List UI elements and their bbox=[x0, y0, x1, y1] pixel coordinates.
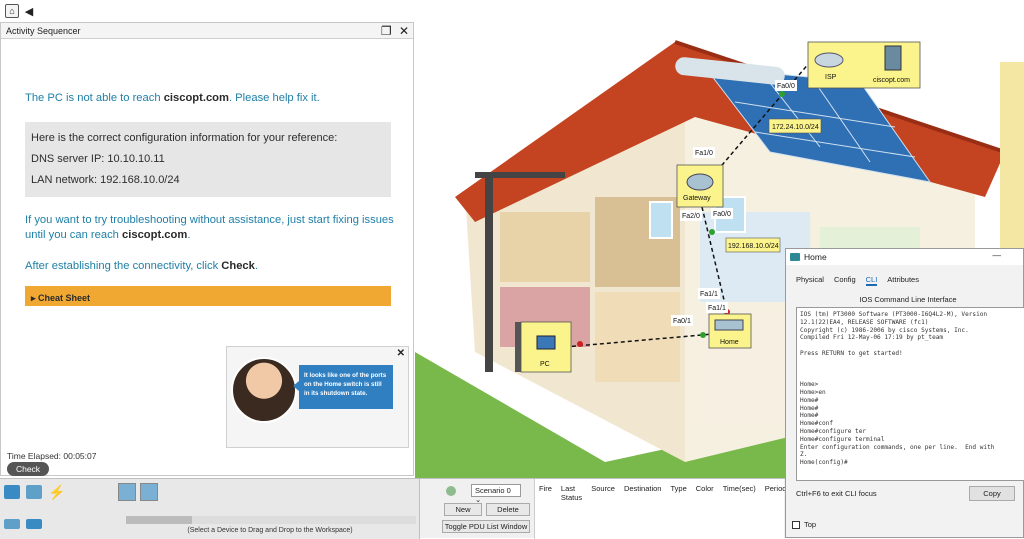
lan-info: LAN network: 192.168.10.0/24 bbox=[31, 174, 180, 186]
cli-terminal[interactable]: IOS (tm) PT3000 Software (PT3000-I6Q4L2-… bbox=[796, 307, 1024, 481]
server-label: ciscopt.com bbox=[873, 77, 910, 84]
cli-window-title: Home bbox=[804, 252, 827, 262]
cli-header: IOS Command Line Interface bbox=[859, 295, 957, 304]
check-button[interactable]: Check bbox=[7, 462, 49, 476]
instructions: The PC is not able to reach ciscopt.com.… bbox=[25, 91, 395, 306]
net-label-isp: 172.24.10.0/24 bbox=[772, 124, 819, 131]
connections-icon[interactable]: ⚡ bbox=[48, 485, 65, 499]
device-scrollbar[interactable] bbox=[126, 516, 416, 524]
tab-physical[interactable]: Physical bbox=[796, 275, 824, 286]
port-gw-up: Fa1/0 bbox=[695, 150, 713, 157]
tip-popup: ✕ It looks like one of the ports on the … bbox=[226, 346, 409, 448]
activity-sequencer-panel: Activity Sequencer ❐ ✕ The PC is not abl… bbox=[0, 22, 414, 476]
col-destination: Destination bbox=[623, 484, 662, 493]
col-time: Time(sec) bbox=[722, 484, 756, 493]
minimize-icon[interactable]: — bbox=[993, 250, 1002, 260]
port-home-up: Fa1/1 bbox=[700, 291, 718, 298]
port-home-b: Fa1/1 bbox=[708, 305, 726, 312]
col-last-status: Last Status bbox=[560, 484, 583, 502]
switch-icon bbox=[790, 253, 800, 261]
col-source: Source bbox=[591, 484, 615, 493]
pdu-list: Fire Last Status Source Destination Type… bbox=[534, 479, 788, 539]
cli-footer: Ctrl+F6 to exit CLI focus bbox=[796, 489, 877, 498]
col-fire: Fire bbox=[539, 484, 552, 493]
port-gw-a: Fa2/0 bbox=[682, 213, 700, 220]
col-type: Type bbox=[670, 484, 687, 493]
cli-titlebar: Home — bbox=[786, 249, 1023, 265]
col-color: Color bbox=[695, 484, 714, 493]
pdu-columns: Fire Last Status Source Destination Type… bbox=[535, 479, 788, 507]
intro-text: The PC is not able to reach ciscopt.com.… bbox=[25, 92, 320, 104]
top-label: Top bbox=[804, 520, 817, 529]
port-pc: Fa0/1 bbox=[673, 318, 691, 325]
panel-titlebar: Activity Sequencer ❐ ✕ bbox=[1, 23, 413, 39]
avatar bbox=[231, 357, 297, 423]
back-icon[interactable]: ◀ bbox=[22, 4, 36, 18]
gateway-label: Gateway bbox=[683, 195, 711, 202]
scenario-select[interactable]: Scenario 0 ⌄ bbox=[471, 484, 521, 504]
close-icon[interactable]: ✕ bbox=[399, 24, 409, 38]
network-devices-icon[interactable] bbox=[4, 485, 20, 499]
pc-label: PC bbox=[540, 361, 550, 368]
tip-bubble: It looks like one of the ports on the Ho… bbox=[293, 365, 393, 409]
toggle-pdu-button[interactable]: Toggle PDU List Window bbox=[442, 520, 530, 533]
scenario-panel: Scenario 0 ⌄ New Delete Toggle PDU List … bbox=[430, 479, 534, 539]
dns-info: DNS server IP: 10.10.10.11 bbox=[31, 153, 165, 165]
troubleshoot-text: If you want to try troubleshooting witho… bbox=[25, 214, 394, 241]
tab-config[interactable]: Config bbox=[834, 275, 856, 286]
cheat-sheet-toggle[interactable]: ▸ Cheat Sheet bbox=[25, 286, 391, 306]
home-cli-window[interactable]: Home — Physical Config CLI Attributes IO… bbox=[785, 248, 1024, 538]
top-toggle[interactable]: Top bbox=[792, 520, 816, 529]
app-icon[interactable]: ⌂ bbox=[5, 4, 19, 18]
copy-button[interactable]: Copy bbox=[969, 486, 1015, 501]
top-toolbar: ⌂ ◀ bbox=[0, 0, 1024, 22]
router-icon[interactable] bbox=[4, 519, 20, 529]
tab-cli[interactable]: CLI bbox=[865, 275, 878, 286]
realtime-icon[interactable] bbox=[446, 486, 456, 496]
panel-title: Activity Sequencer bbox=[6, 26, 81, 36]
ref-heading: Here is the correct configuration inform… bbox=[31, 132, 338, 144]
net-label-lan: 192.168.10.0/24 bbox=[728, 243, 779, 250]
port-gw-b: Fa0/0 bbox=[713, 211, 731, 218]
time-elapsed: Time Elapsed: 00:05:07 bbox=[7, 451, 97, 461]
cli-tabs: Physical Config CLI Attributes bbox=[796, 275, 919, 286]
switch-icon[interactable] bbox=[26, 519, 42, 529]
delete-button[interactable]: Delete bbox=[486, 503, 530, 516]
end-devices-icon[interactable] bbox=[26, 485, 42, 499]
after-text: After establishing the connectivity, cli… bbox=[25, 260, 258, 272]
isp-label: ISP bbox=[825, 74, 837, 81]
tab-attributes[interactable]: Attributes bbox=[887, 275, 919, 286]
tip-close-icon[interactable]: ✕ bbox=[397, 348, 405, 359]
home-label: Home bbox=[720, 339, 739, 346]
port-isp: Fa0/0 bbox=[777, 83, 795, 90]
device-palette: ⚡ (Select a Device to Drag and Drop to t… bbox=[0, 479, 420, 539]
server-icon bbox=[884, 45, 902, 71]
device-model-icon[interactable] bbox=[140, 483, 158, 501]
top-checkbox[interactable] bbox=[792, 520, 800, 529]
restore-icon[interactable]: ❐ bbox=[381, 24, 392, 38]
device-hint: (Select a Device to Drag and Drop to the… bbox=[187, 527, 353, 534]
new-button[interactable]: New bbox=[444, 503, 482, 516]
device-model-icon[interactable] bbox=[118, 483, 136, 501]
reference-box: Here is the correct configuration inform… bbox=[25, 122, 391, 197]
